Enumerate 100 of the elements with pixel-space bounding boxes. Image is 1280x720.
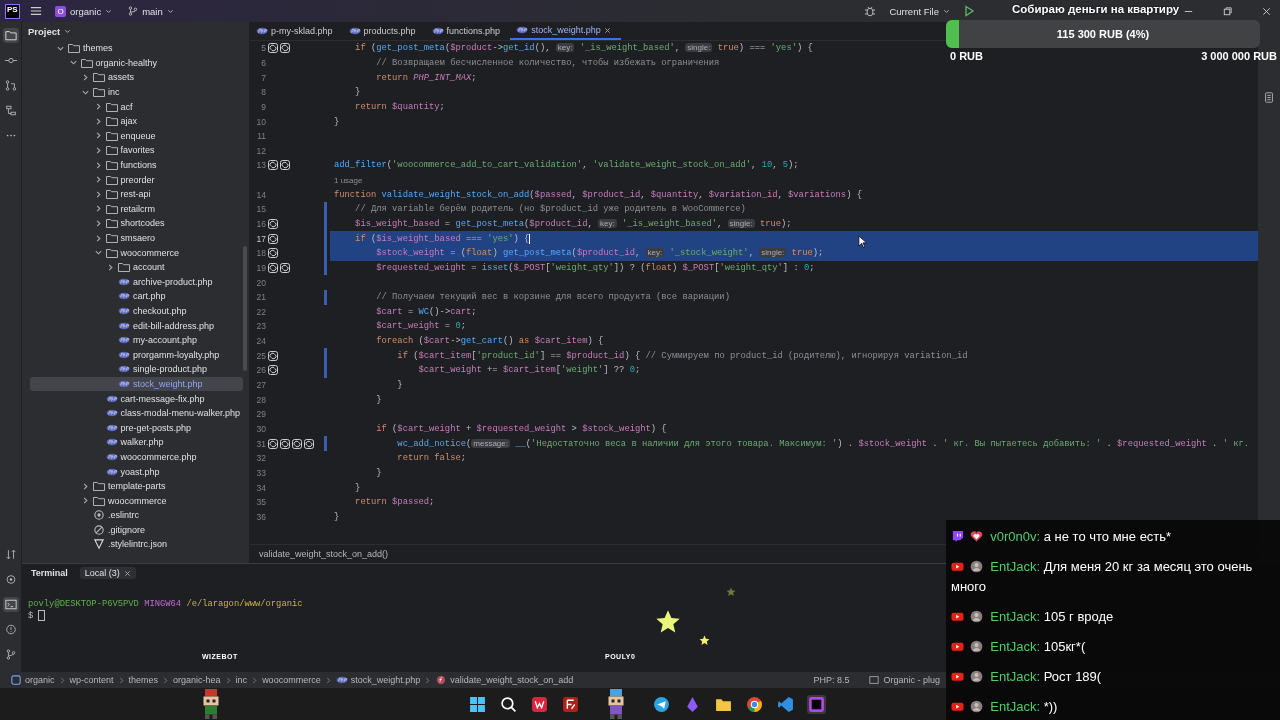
- breadcrumb-item[interactable]: inc: [235, 675, 248, 685]
- editor-tab[interactable]: p-my-sklad.php: [250, 22, 343, 40]
- gutter-marker-icon[interactable]: [280, 262, 290, 273]
- breadcrumb-item[interactable]: stock_weight.php: [335, 675, 421, 685]
- tree-item[interactable]: shortcodes: [30, 216, 243, 231]
- app-logo[interactable]: PS: [5, 3, 20, 19]
- breadcrumb-item[interactable]: organic-hea: [173, 675, 221, 685]
- change-marker[interactable]: [324, 260, 327, 276]
- tree-item[interactable]: account: [30, 259, 243, 275]
- scrollbar[interactable]: [243, 246, 247, 371]
- gutter-marker-icon[interactable]: [280, 438, 290, 449]
- php-version[interactable]: PHP: 8.5: [813, 675, 850, 685]
- change-marker[interactable]: [324, 289, 327, 305]
- tree-item[interactable]: assets: [30, 70, 243, 85]
- editor-tab[interactable]: stock_weight.php: [510, 22, 621, 40]
- close-icon[interactable]: [123, 569, 131, 577]
- breadcrumb-item[interactable]: organic: [10, 675, 55, 685]
- tree-item[interactable]: smsaero: [30, 230, 243, 246]
- change-marker[interactable]: [324, 245, 327, 261]
- tree-item[interactable]: single-product.php: [30, 362, 243, 377]
- breadcrumb[interactable]: validate_weight_stock_on_add(): [259, 549, 389, 559]
- gutter-marker-icon[interactable]: [304, 438, 314, 449]
- tree-item[interactable]: organic-healthy: [30, 55, 243, 71]
- close-icon[interactable]: [603, 26, 611, 34]
- chevron-down-icon[interactable]: [93, 248, 103, 258]
- gutter-marker-icon[interactable]: [268, 262, 278, 273]
- tree-item[interactable]: edit-bill-address.php: [30, 318, 243, 333]
- gutter-marker-icon[interactable]: [268, 438, 278, 449]
- change-marker[interactable]: [324, 363, 327, 378]
- tree-item[interactable]: acf: [30, 99, 243, 114]
- breadcrumb-item[interactable]: themes: [128, 675, 159, 685]
- tree-item[interactable]: checkout.php: [30, 303, 243, 319]
- tree-item[interactable]: cart-message-fix.php: [30, 391, 243, 406]
- breadcrumb-item[interactable]: wp-content: [69, 675, 114, 685]
- tree-item[interactable]: functions: [30, 157, 243, 173]
- run-configuration-selector[interactable]: Current File: [886, 4, 953, 18]
- project-indicator[interactable]: Organic - plug: [868, 675, 940, 685]
- change-marker[interactable]: [324, 202, 327, 217]
- gutter-marker-icon[interactable]: [268, 43, 278, 54]
- breadcrumb-item[interactable]: woocommerce: [262, 675, 321, 685]
- app-icon[interactable]: [561, 694, 580, 714]
- tree-item[interactable]: archive-product.php: [30, 274, 243, 290]
- change-marker[interactable]: [324, 216, 327, 232]
- restore-icon[interactable]: [1222, 5, 1233, 17]
- editor-tab[interactable]: functions.php: [425, 22, 511, 40]
- windows-logo-icon[interactable]: [468, 694, 487, 714]
- tree-item[interactable]: stock_weight.php: [30, 376, 243, 392]
- folder-icon[interactable]: [2, 28, 19, 43]
- tree-item[interactable]: preorder: [30, 172, 243, 187]
- editor-tab[interactable]: products.php: [342, 22, 426, 40]
- terminal-tab[interactable]: Local (3): [79, 567, 136, 579]
- tree-item[interactable]: ajax: [30, 113, 243, 129]
- gutter-marker-icon[interactable]: [280, 43, 290, 54]
- gutter-marker-icon[interactable]: [268, 160, 278, 171]
- tree-item[interactable]: rest-api: [30, 186, 243, 202]
- tree-item[interactable]: yoast.php: [30, 464, 243, 479]
- tree-item[interactable]: prorgamm-loyalty.php: [30, 347, 243, 363]
- gutter-marker-icon[interactable]: [268, 233, 278, 244]
- tree-item[interactable]: enqueue: [30, 128, 243, 144]
- menu-icon[interactable]: [30, 5, 42, 17]
- gutter-marker-icon[interactable]: [280, 160, 290, 171]
- change-marker[interactable]: [324, 348, 327, 364]
- project-name-dropdown[interactable]: O organic: [52, 4, 116, 18]
- telegram-icon[interactable]: [652, 694, 671, 714]
- bug-icon[interactable]: [864, 5, 877, 17]
- tree-item[interactable]: class-modal-menu-walker.php: [30, 405, 243, 421]
- app-icon[interactable]: [530, 694, 549, 714]
- terminal-icon[interactable]: [2, 597, 19, 612]
- tree-item[interactable]: retailcrm: [30, 201, 243, 217]
- tree-item[interactable]: cart.php: [30, 289, 243, 304]
- change-marker[interactable]: [324, 436, 327, 451]
- usage-hint[interactable]: 1 usage: [330, 175, 363, 185]
- tree-item[interactable]: woocommerce: [30, 493, 243, 508]
- chevron-right-icon[interactable]: [106, 262, 115, 272]
- breadcrumb-item[interactable]: validate_weight_stock_on_add: [435, 675, 574, 685]
- browser-icon[interactable]: [745, 694, 764, 714]
- gutter-marker-icon[interactable]: [268, 248, 278, 259]
- tree-item[interactable]: walker.php: [30, 435, 243, 450]
- search-icon[interactable]: [499, 694, 518, 714]
- tree-item[interactable]: .stylelintrc.json: [30, 537, 243, 552]
- close-icon[interactable]: [1261, 5, 1272, 17]
- tree-item[interactable]: my-account.php: [30, 332, 243, 348]
- tree-item[interactable]: woocommerce: [30, 245, 243, 260]
- tree-item[interactable]: .eslintrc: [30, 508, 243, 523]
- tree-item[interactable]: template-parts: [30, 478, 243, 494]
- gutter-marker-icon[interactable]: [292, 438, 302, 449]
- gutter-marker-icon[interactable]: [268, 219, 278, 229]
- branch-selector[interactable]: main: [125, 4, 177, 18]
- tree-item[interactable]: inc: [30, 84, 243, 100]
- panel-title-dropdown[interactable]: Project: [22, 22, 75, 41]
- change-marker[interactable]: [324, 231, 327, 246]
- tree-item[interactable]: favorites: [30, 143, 243, 158]
- tree-item[interactable]: woocommerce.php: [30, 449, 243, 465]
- tree-item[interactable]: pre-get-posts.php: [30, 420, 243, 436]
- tree-item[interactable]: .gitignore: [30, 522, 243, 538]
- run-icon[interactable]: [963, 5, 975, 17]
- gutter-marker-icon[interactable]: [268, 365, 278, 376]
- chevron-right-icon[interactable]: [81, 73, 90, 82]
- tree-item[interactable]: themes: [30, 41, 243, 56]
- code-editor-icon[interactable]: [776, 694, 795, 714]
